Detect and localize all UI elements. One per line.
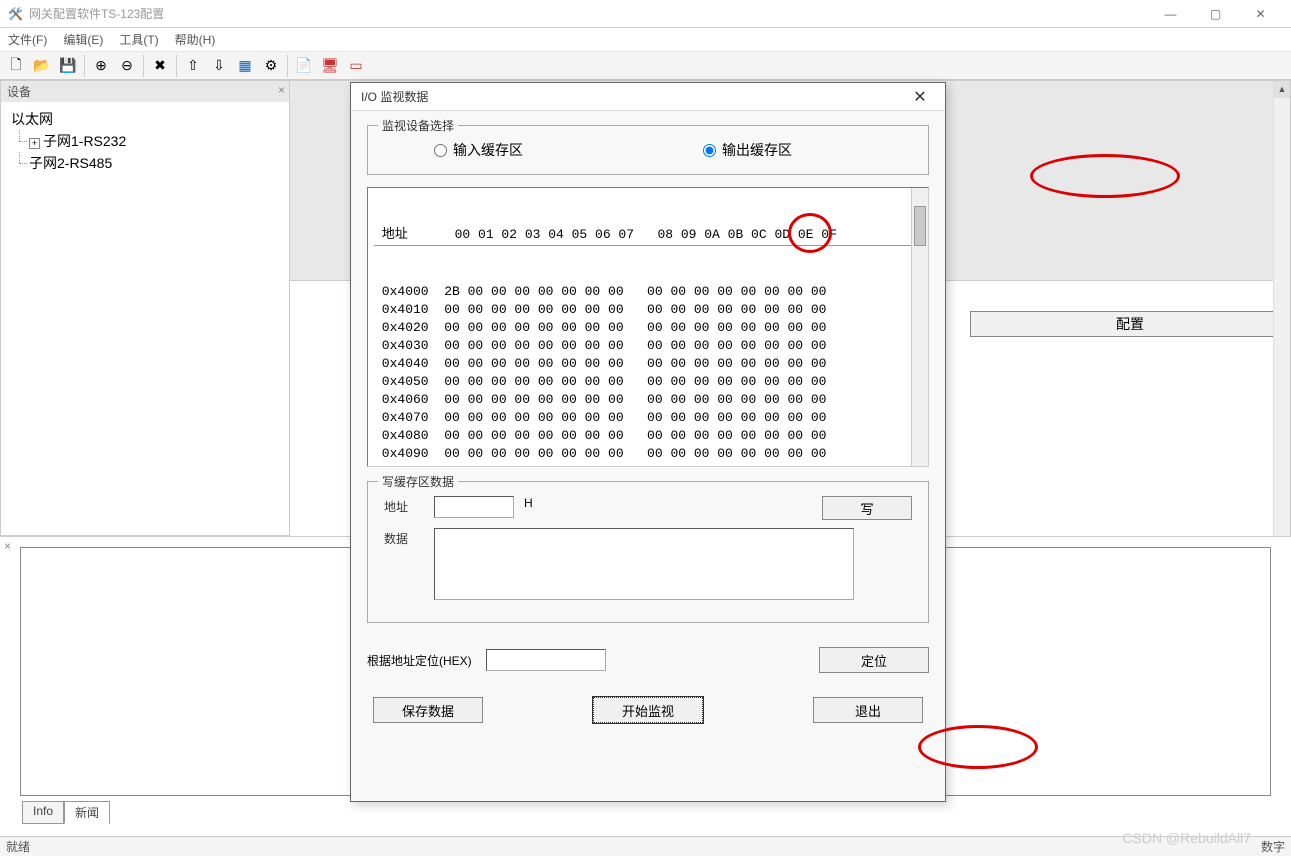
group-legend: 写缓存区数据 xyxy=(378,473,458,490)
doc-icon[interactable]: 📄 xyxy=(292,55,316,77)
radio-input-buffer[interactable]: 输入缓存区 xyxy=(434,140,523,160)
group-legend: 监视设备选择 xyxy=(378,117,458,134)
locate-label: 根据地址定位(HEX) xyxy=(367,652,472,669)
tree-root-label: 以太网 xyxy=(11,111,53,127)
tab-news[interactable]: 新闻 xyxy=(64,801,110,824)
monitor-select-group: 监视设备选择 输入缓存区 输出缓存区 xyxy=(367,125,929,175)
scroll-up-icon[interactable]: ▲ xyxy=(1274,81,1290,98)
toolbar-separator xyxy=(143,55,144,77)
addr-label: 地址 xyxy=(384,496,424,515)
save-data-button[interactable]: 保存数据 xyxy=(373,697,483,723)
app-icon: 🛠️ xyxy=(8,7,23,21)
locate-input[interactable] xyxy=(486,649,606,671)
expand-icon[interactable]: + xyxy=(29,138,40,149)
tree-root[interactable]: 以太网 xyxy=(11,108,279,130)
dialog-body: 监视设备选择 输入缓存区 输出缓存区 地址 00 01 02 03 04 05 … xyxy=(351,111,945,737)
toolbar-separator xyxy=(176,55,177,77)
save-icon[interactable]: 💾 xyxy=(56,55,80,77)
tree-child-label: 子网1-RS232 xyxy=(43,133,126,149)
statusbar: 就绪 数字 xyxy=(0,836,1291,856)
menu-file[interactable]: 文件(F) xyxy=(8,31,47,48)
dialog-title: I/O 监视数据 xyxy=(361,88,428,105)
tab-info[interactable]: Info xyxy=(22,801,64,824)
status-left: 就绪 xyxy=(6,838,30,855)
open-icon[interactable]: 📂 xyxy=(30,55,54,77)
menubar: 文件(F) 编辑(E) 工具(T) 帮助(H) xyxy=(0,28,1291,52)
watermark: CSDN @RebuildAll7 xyxy=(1122,830,1251,846)
bottom-tabs: Info 新闻 xyxy=(22,801,110,824)
monitor-icon[interactable]: 🖥 xyxy=(318,55,342,77)
radio-output-buffer[interactable]: 输出缓存区 xyxy=(703,140,792,160)
start-monitor-button[interactable]: 开始监视 xyxy=(593,697,703,723)
device-pane: 设备 × 以太网 +子网1-RS232 子网2-RS485 xyxy=(0,80,290,536)
toolbar: 🗋 📂 💾 ⊕ ⊖ ✖ ⇧ ⇩ ▦ ⚙ 📄 🖥 ▭ xyxy=(0,52,1291,80)
tree-child[interactable]: +子网1-RS232 xyxy=(11,130,279,152)
tree-child-label: 子网2-RS485 xyxy=(29,155,112,171)
upload-icon[interactable]: ⇧ xyxy=(181,55,205,77)
delete-icon[interactable]: ✖ xyxy=(148,55,172,77)
dialog-buttons: 保存数据 开始监视 退出 xyxy=(367,697,929,723)
window-titlebar: 🛠️ 网关配置软件TS-123配置 — ▢ ✕ xyxy=(0,0,1291,28)
device-tree[interactable]: 以太网 +子网1-RS232 子网2-RS485 xyxy=(1,102,289,180)
sheet-icon[interactable]: ▦ xyxy=(233,55,257,77)
remove-node-icon[interactable]: ⊖ xyxy=(115,55,139,77)
download-icon[interactable]: ⇩ xyxy=(207,55,231,77)
tag-icon[interactable]: ▭ xyxy=(344,55,368,77)
hex-rows: 0x4000 2B 00 00 00 00 00 00 00 00 00 00 … xyxy=(374,283,922,466)
status-right: 数字 xyxy=(1261,838,1285,855)
radio-output[interactable] xyxy=(703,144,716,157)
hex-viewer[interactable]: 地址 00 01 02 03 04 05 06 07 08 09 0A 0B 0… xyxy=(367,187,929,467)
dialog-close-icon[interactable]: ✕ xyxy=(905,87,935,107)
radio-label: 输入缓存区 xyxy=(453,140,523,160)
minimize-button[interactable]: — xyxy=(1148,0,1193,28)
window-title: 网关配置软件TS-123配置 xyxy=(29,5,164,22)
menu-help[interactable]: 帮助(H) xyxy=(175,31,216,48)
hex-scrollbar[interactable] xyxy=(911,188,928,466)
config-button[interactable]: 配置 xyxy=(970,311,1290,337)
io-monitor-dialog: I/O 监视数据 ✕ 监视设备选择 输入缓存区 输出缓存区 地址 00 01 0… xyxy=(350,82,946,802)
device-pane-title: 设备 × xyxy=(1,81,289,102)
write-buffer-group: 写缓存区数据 地址 H 写 数据 xyxy=(367,481,929,623)
close-pane-icon[interactable]: × xyxy=(278,83,285,97)
menu-edit[interactable]: 编辑(E) xyxy=(63,31,103,48)
data-input[interactable] xyxy=(434,528,854,600)
addr-suffix: H xyxy=(524,496,533,510)
locate-row: 根据地址定位(HEX) 定位 xyxy=(367,647,929,673)
tree-child[interactable]: 子网2-RS485 xyxy=(11,152,279,174)
maximize-button[interactable]: ▢ xyxy=(1193,0,1238,28)
addr-input[interactable] xyxy=(434,496,514,518)
hex-header: 地址 00 01 02 03 04 05 06 07 08 09 0A 0B 0… xyxy=(374,226,922,246)
close-dock-icon[interactable]: × xyxy=(4,539,11,553)
write-button[interactable]: 写 xyxy=(822,496,912,520)
add-node-icon[interactable]: ⊕ xyxy=(89,55,113,77)
menu-tools[interactable]: 工具(T) xyxy=(119,31,158,48)
toolbar-separator xyxy=(84,55,85,77)
data-label: 数据 xyxy=(384,528,424,547)
close-button[interactable]: ✕ xyxy=(1238,0,1283,28)
locate-button[interactable]: 定位 xyxy=(819,647,929,673)
radio-label: 输出缓存区 xyxy=(722,140,792,160)
gear-icon[interactable]: ⚙ xyxy=(259,55,283,77)
scroll-thumb[interactable] xyxy=(914,206,926,246)
radio-input[interactable] xyxy=(434,144,447,157)
device-pane-label: 设备 xyxy=(7,85,31,99)
toolbar-separator xyxy=(287,55,288,77)
dialog-titlebar: I/O 监视数据 ✕ xyxy=(351,83,945,111)
exit-button[interactable]: 退出 xyxy=(813,697,923,723)
new-icon[interactable]: 🗋 xyxy=(4,55,28,77)
